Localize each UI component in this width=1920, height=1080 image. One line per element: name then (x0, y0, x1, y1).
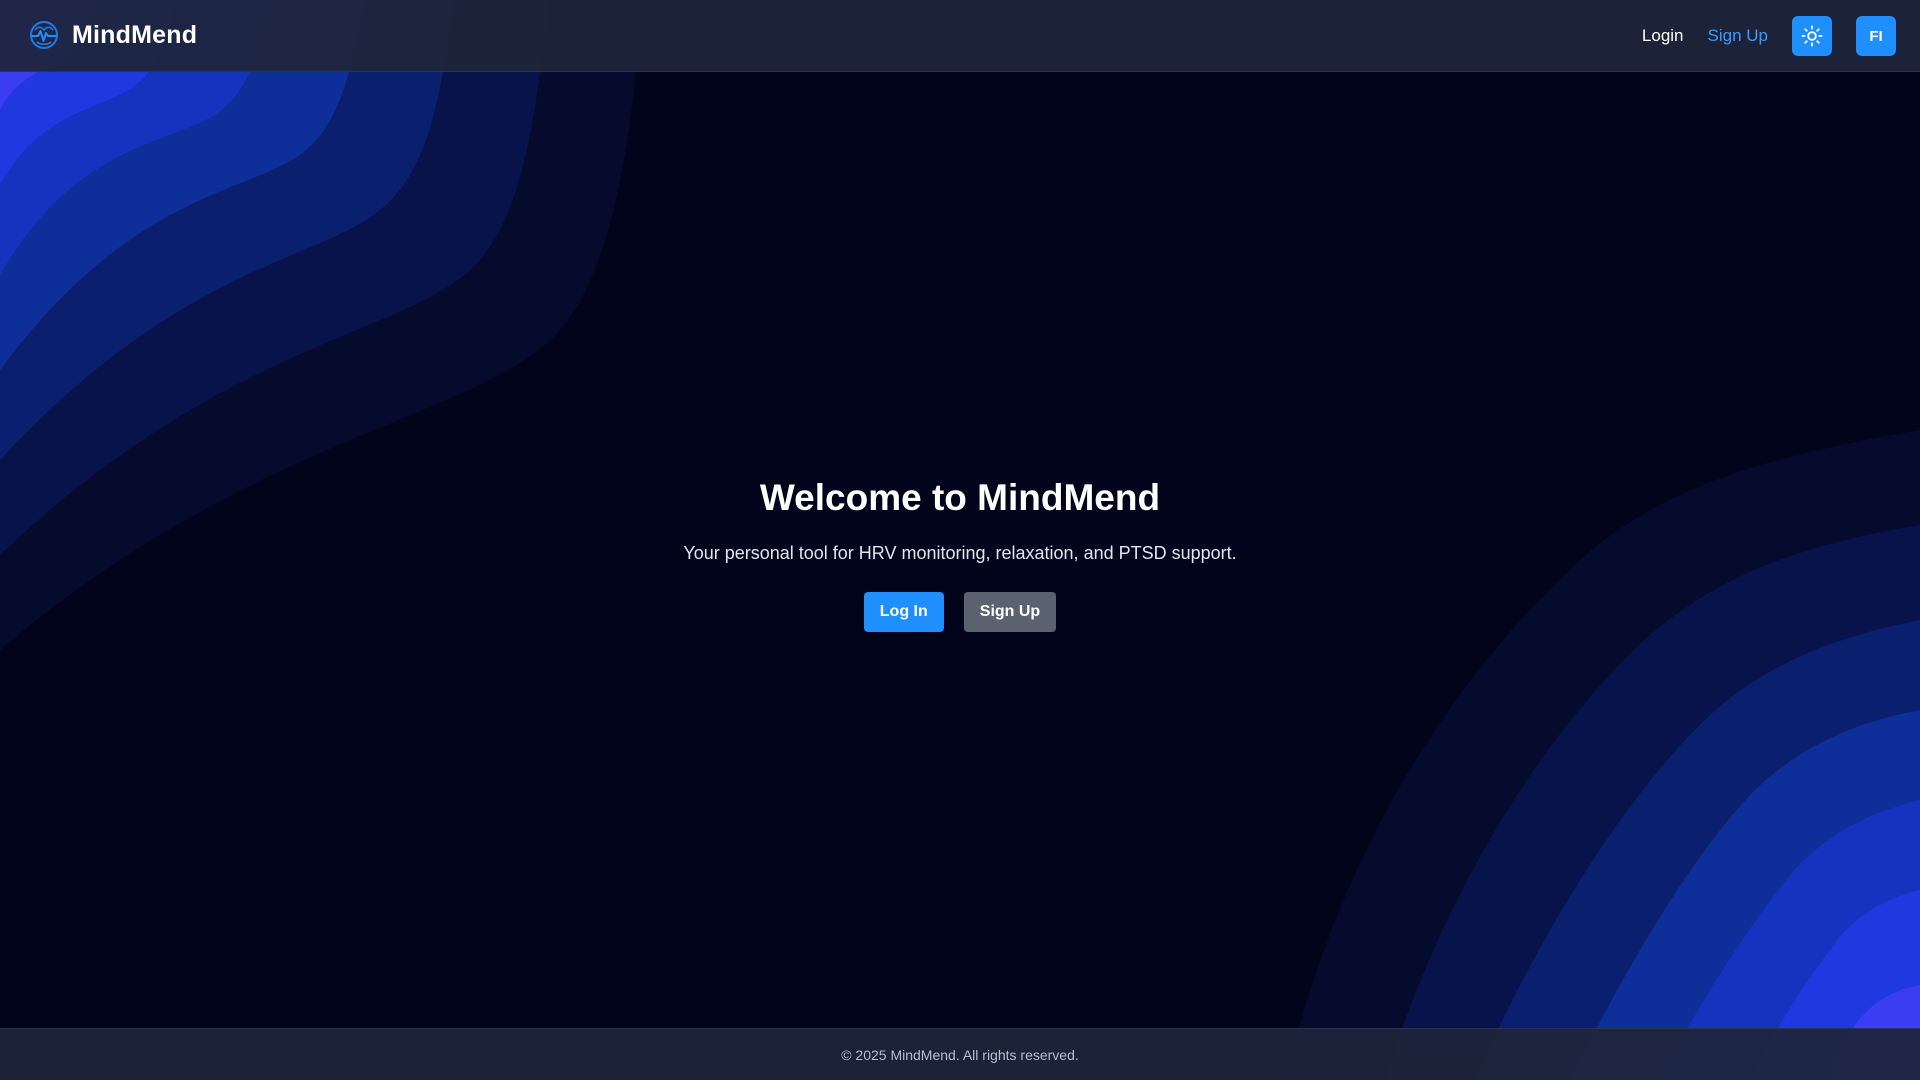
nav-signup-link[interactable]: Sign Up (1708, 26, 1768, 46)
page-title: Welcome to MindMend (759, 477, 1161, 518)
login-button[interactable]: Log In (863, 592, 944, 632)
theme-toggle-button[interactable] (1792, 16, 1832, 56)
heart-pulse-brain-icon (30, 21, 58, 49)
hero-actions: Log In Sign Up (0, 592, 1920, 632)
page: MindMend Login Sign Up FI Welcome to Min… (0, 0, 1920, 1080)
hero-section: Welcome to MindMend Your personal tool f… (0, 470, 1920, 632)
copyright-text: © 2025 MindMend. All rights reserved. (841, 1046, 1079, 1063)
signup-button[interactable]: Sign Up (963, 592, 1057, 632)
nav-login-link[interactable]: Login (1642, 26, 1684, 46)
nav-actions: Login Sign Up FI (1642, 16, 1896, 56)
hero-subtitle: Your personal tool for HRV monitoring, r… (683, 543, 1237, 563)
language-toggle-button[interactable]: FI (1856, 16, 1896, 56)
brand-home-link[interactable]: MindMend (28, 19, 197, 51)
sun-icon (1801, 25, 1823, 47)
brand-name: MindMend (72, 20, 198, 49)
page-footer: © 2025 MindMend. All rights reserved. (0, 1028, 1920, 1080)
top-navbar: MindMend Login Sign Up FI (0, 0, 1920, 72)
